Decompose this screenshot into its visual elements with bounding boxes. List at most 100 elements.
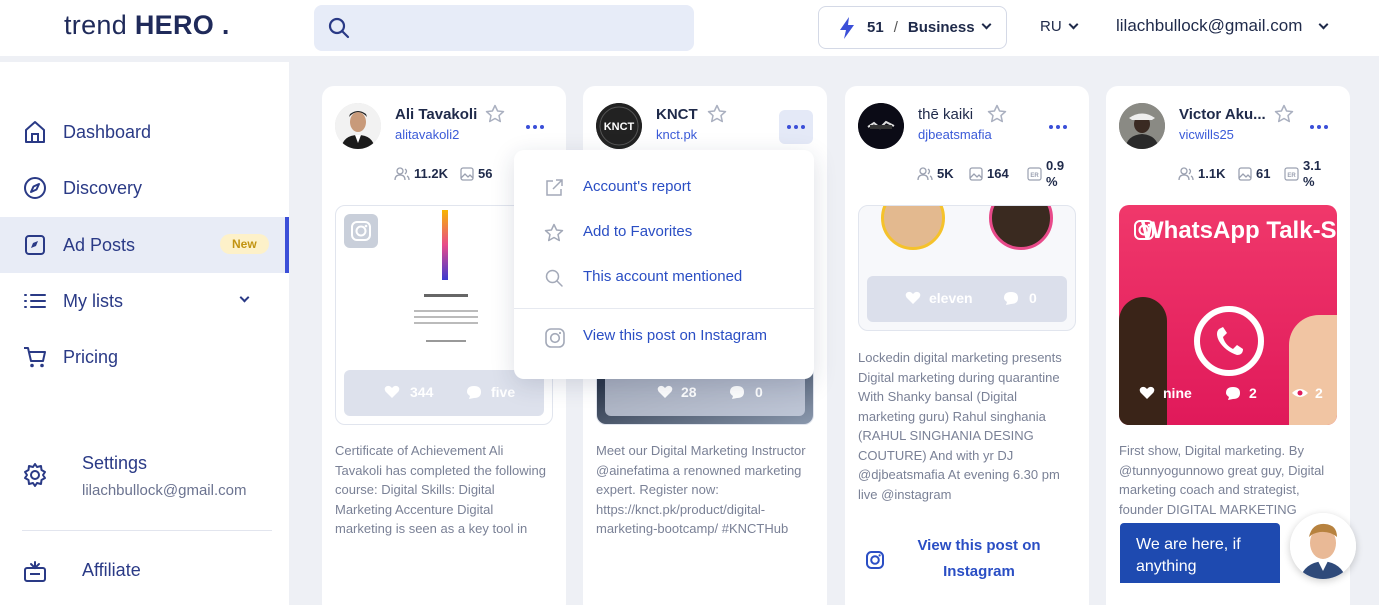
post-media[interactable]: eleven 0 [858, 205, 1076, 331]
affiliate-link[interactable]: Affiliate [82, 560, 141, 581]
svg-text:ER: ER [1287, 173, 1296, 179]
star-icon[interactable] [485, 104, 505, 124]
post-card: thē kaiki djbeatsmafia 5K 164 ER 0.9 % el… [845, 86, 1089, 605]
account-name[interactable]: thē kaiki [918, 106, 973, 123]
external-link-icon [546, 179, 563, 196]
more-options-button[interactable] [518, 110, 552, 144]
new-badge: New [220, 234, 269, 254]
chat-bubble[interactable]: We are here, if anything [1120, 523, 1280, 583]
star-icon[interactable] [1274, 104, 1294, 124]
account-stats: 1.1K 61 ER 3.1 % [1106, 158, 1350, 196]
search-input[interactable] [314, 5, 694, 51]
plan-name: Business [907, 19, 975, 36]
posts-stat: 164 [969, 166, 1009, 181]
comments-count: 2 [1249, 385, 1257, 401]
search-icon [328, 17, 350, 39]
account-name[interactable]: Ali Tavakoli [395, 106, 477, 123]
settings-gear-icon[interactable] [22, 462, 48, 488]
account-handle[interactable]: vicwills25 [1179, 127, 1234, 142]
sidebar-item-discovery[interactable]: Discovery [0, 160, 289, 216]
post-description: First show, Digital marketing. By @tunny… [1119, 443, 1325, 517]
post-options-menu: Account's report Add to Favorites This a… [514, 150, 814, 379]
sidebar-item-label: Ad Posts [63, 234, 136, 255]
comments-count: 0 [1029, 290, 1037, 306]
avatar[interactable] [858, 103, 904, 149]
home-icon [25, 121, 45, 143]
comment-icon [1226, 387, 1240, 400]
chat-agent-avatar[interactable] [1290, 513, 1356, 579]
chevron-down-icon[interactable] [239, 292, 250, 303]
posts-stat: 56 [460, 166, 492, 181]
account-handle[interactable]: alitavakoli2 [395, 127, 459, 142]
heart-icon [1139, 386, 1155, 399]
post-description: Certificate of Achievement Ali Tavakoli … [335, 443, 547, 536]
sidebar-item-dashboard[interactable]: Dashboard [0, 104, 289, 160]
engagement-rate-stat: ER 0.9 % [1027, 158, 1064, 190]
menu-item-account-mentioned[interactable]: This account mentioned [514, 258, 814, 298]
svg-text:ER: ER [1030, 173, 1039, 179]
menu-item-label: View this post on Instagram [583, 327, 767, 344]
more-options-button[interactable] [1302, 110, 1336, 144]
comment-icon [1004, 292, 1018, 305]
sidebar-item-pricing[interactable]: Pricing [0, 329, 289, 385]
star-icon[interactable] [987, 104, 1007, 124]
star-icon[interactable] [707, 104, 727, 124]
top-bar: trend HERO . 51 / Business RU lilachbull… [0, 0, 1379, 56]
image-icon [969, 166, 983, 181]
menu-divider [514, 308, 814, 309]
menu-item-label: Add to Favorites [583, 223, 693, 240]
heart-icon [657, 385, 673, 398]
instagram-icon [1134, 220, 1154, 240]
sidebar: Dashboard Discovery Ad Posts New My list… [0, 62, 289, 605]
gift-icon [24, 561, 46, 582]
logo-bold-text: HERO [134, 10, 215, 40]
instagram-icon [545, 328, 565, 348]
sidebar-item-ad-posts[interactable]: Ad Posts New [0, 217, 289, 273]
sidebar-item-my-lists[interactable]: My lists [0, 273, 289, 329]
image-icon [1238, 166, 1252, 181]
cart-icon [24, 347, 46, 368]
menu-item-add-favorites[interactable]: Add to Favorites [514, 213, 814, 253]
account-menu[interactable]: lilachbullock@gmail.com [1116, 16, 1329, 36]
account-name[interactable]: KNCT [656, 106, 698, 123]
sidebar-item-label: Discovery [63, 177, 143, 198]
avatar[interactable] [335, 103, 381, 149]
avatar[interactable] [1119, 103, 1165, 149]
likes-count: 344 [410, 384, 434, 400]
menu-item-view-instagram[interactable]: View this post on Instagram [514, 317, 814, 357]
sidebar-item-label: My lists [63, 290, 123, 311]
language-label: RU [1040, 18, 1062, 35]
followers-stat: 5K [917, 166, 954, 181]
heart-icon [905, 291, 921, 304]
account-handle[interactable]: knct.pk [656, 127, 697, 142]
more-options-button[interactable] [1041, 110, 1075, 144]
compass-icon [24, 177, 46, 199]
account-handle[interactable]: djbeatsmafia [918, 127, 992, 142]
view-on-instagram-link[interactable]: View this post on Instagram [907, 533, 1051, 585]
account-name[interactable]: Victor Aku... [1179, 106, 1266, 123]
instagram-icon [866, 551, 884, 569]
post-description: Lockedin digital marketing presents Digi… [858, 350, 1062, 502]
sidebar-item-label: Dashboard [63, 121, 152, 142]
ad-posts-icon [25, 235, 45, 255]
heart-icon [384, 385, 400, 398]
post-media[interactable]: WhatsApp Talk-Sho nine 2 2 [1119, 205, 1337, 425]
divider [22, 530, 272, 531]
plan-selector[interactable]: 51 / Business [818, 6, 1007, 49]
menu-item-account-report[interactable]: Account's report [514, 168, 814, 208]
whatsapp-icon [1194, 306, 1264, 376]
avatar[interactable]: KNCT [596, 103, 642, 149]
engagement-rate-icon: ER [1284, 167, 1299, 181]
more-options-button[interactable] [779, 110, 813, 144]
image-icon [460, 166, 474, 181]
language-selector[interactable]: RU [1040, 18, 1079, 35]
logo-text: trend [64, 10, 135, 40]
logo[interactable]: trend HERO . [64, 10, 230, 41]
followers-icon [917, 166, 933, 180]
settings-link[interactable]: Settings [82, 453, 147, 474]
svg-text:KNCT: KNCT [604, 121, 635, 133]
search-icon [545, 269, 563, 287]
chevron-down-icon [1318, 19, 1329, 30]
chevron-down-icon [1068, 19, 1079, 30]
likes-count: nine [1163, 385, 1192, 401]
